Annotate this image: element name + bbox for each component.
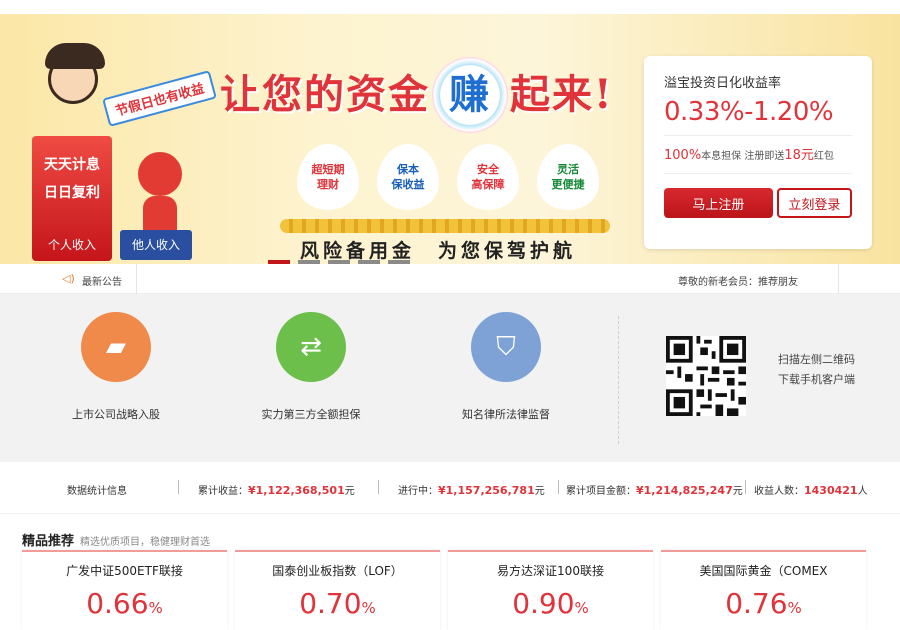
slogan-part-c: 起来! <box>510 71 614 118</box>
gold-bars-icon: ▰ <box>81 312 151 382</box>
product-list: 广发中证500ETF联接 0.66% 国泰创业板指数（LOF） 0.70% 易方… <box>22 550 878 630</box>
register-button[interactable]: 马上注册 <box>664 188 773 218</box>
speaker-icon: ◁) <box>62 272 75 285</box>
cartoon-boy-icon <box>45 43 105 104</box>
stat-users: 收益人数：1430421人 <box>754 484 868 497</box>
notice-bar: ◁) 最新公告 尊敬的新老会员：推荐朋友 <box>0 264 900 294</box>
drop-short-term: 超短期 理财 <box>292 139 364 215</box>
notice-label: 最新公告 <box>82 277 122 288</box>
qr-caption: 扫描左侧二维码 下载手机客户端 <box>778 353 855 386</box>
box-line-3: 个人收入 <box>47 238 96 252</box>
box-line-1: 天天计息 <box>44 157 100 173</box>
holiday-tag: 节假日也有收益 <box>102 70 217 127</box>
feature-guarantee: ⇄ 实力第三方全额担保 <box>236 312 386 422</box>
login-button[interactable]: 立刻登录 <box>776 188 852 218</box>
yield-card-title: 溢宝投资日化收益率 <box>664 76 782 91</box>
stat-total-projects: 累计项目金额：¥1,214,825,247元 <box>566 484 743 497</box>
handshake-icon: ⇄ <box>276 312 346 382</box>
drop-safe: 安全 高保障 <box>452 139 524 215</box>
blue-income-box: 他人收入 <box>120 230 192 260</box>
product-card[interactable]: 广发中证500ETF联接 0.66% <box>22 550 227 630</box>
recommend-header: 精品推荐 精选优质项目，稳健理财首选 <box>22 530 210 549</box>
product-card[interactable]: 美国国际黄金（COMEX 0.76% <box>661 550 866 630</box>
red-income-box: 天天计息 日日复利 个人收入 <box>32 136 112 261</box>
stat-total-income: 累计收益：¥1,122,368,501元 <box>198 484 355 497</box>
product-card[interactable]: 易方达深证100联接 0.90% <box>448 550 653 630</box>
feature-legal-supervision: ⛉ 知名律所法律监督 <box>431 312 581 422</box>
yield-card: 溢宝投资日化收益率 0.33%-1.20% 100%本息担保 注册即送18元红包… <box>644 56 872 249</box>
stat-ongoing: 进行中：¥1,157,256,781元 <box>398 484 545 497</box>
recommend-title: 精品推荐 <box>22 534 75 549</box>
recommend-subtitle: 精选优质项目，稳健理财首选 <box>80 537 211 548</box>
qr-code-icon[interactable] <box>666 336 746 416</box>
slogan-highlight: 赚 <box>432 57 508 133</box>
notice-message[interactable]: 尊敬的新老会员：推荐朋友 <box>678 273 798 288</box>
red-figure-icon <box>136 152 184 234</box>
yield-rate: 0.33%-1.20% <box>664 97 852 136</box>
banner-slogan: 让您的资金赚起来! <box>220 57 614 133</box>
slogan-part-a: 让您的资金 <box>220 71 430 118</box>
trust-features: ▰ 上市公司战略入股 ⇄ 实力第三方全额担保 ⛉ 知名律所法律监督 扫描左侧二维… <box>0 294 900 462</box>
hero-banner: 节假日也有收益 天天计息 日日复利 个人收入 他人收入 让您的资金赚起来! 超短… <box>0 14 900 264</box>
feature-strategic-investment: ▰ 上市公司战略入股 <box>41 312 191 422</box>
yield-subtext: 100%本息担保 注册即送18元红包 <box>664 144 852 174</box>
stats-label: 数据统计信息 <box>67 486 127 497</box>
risk-fund-slogan: 风险备用金 为您保驾护航 <box>300 240 577 262</box>
stats-bar: 数据统计信息 累计收益：¥1,122,368,501元 进行中：¥1,157,2… <box>0 462 900 514</box>
gold-coins-decoration <box>280 219 610 233</box>
box-line-2: 日日复利 <box>44 185 100 201</box>
drop-flexible: 灵活 更便捷 <box>532 139 604 215</box>
feature-drops: 超短期 理财 保本 保收益 安全 高保障 灵活 更便捷 <box>292 139 604 215</box>
shield-icon: ⛉ <box>471 312 541 382</box>
top-strip <box>0 0 900 14</box>
product-card[interactable]: 国泰创业板指数（LOF） 0.70% <box>235 550 440 630</box>
drop-guaranteed: 保本 保收益 <box>372 139 444 215</box>
